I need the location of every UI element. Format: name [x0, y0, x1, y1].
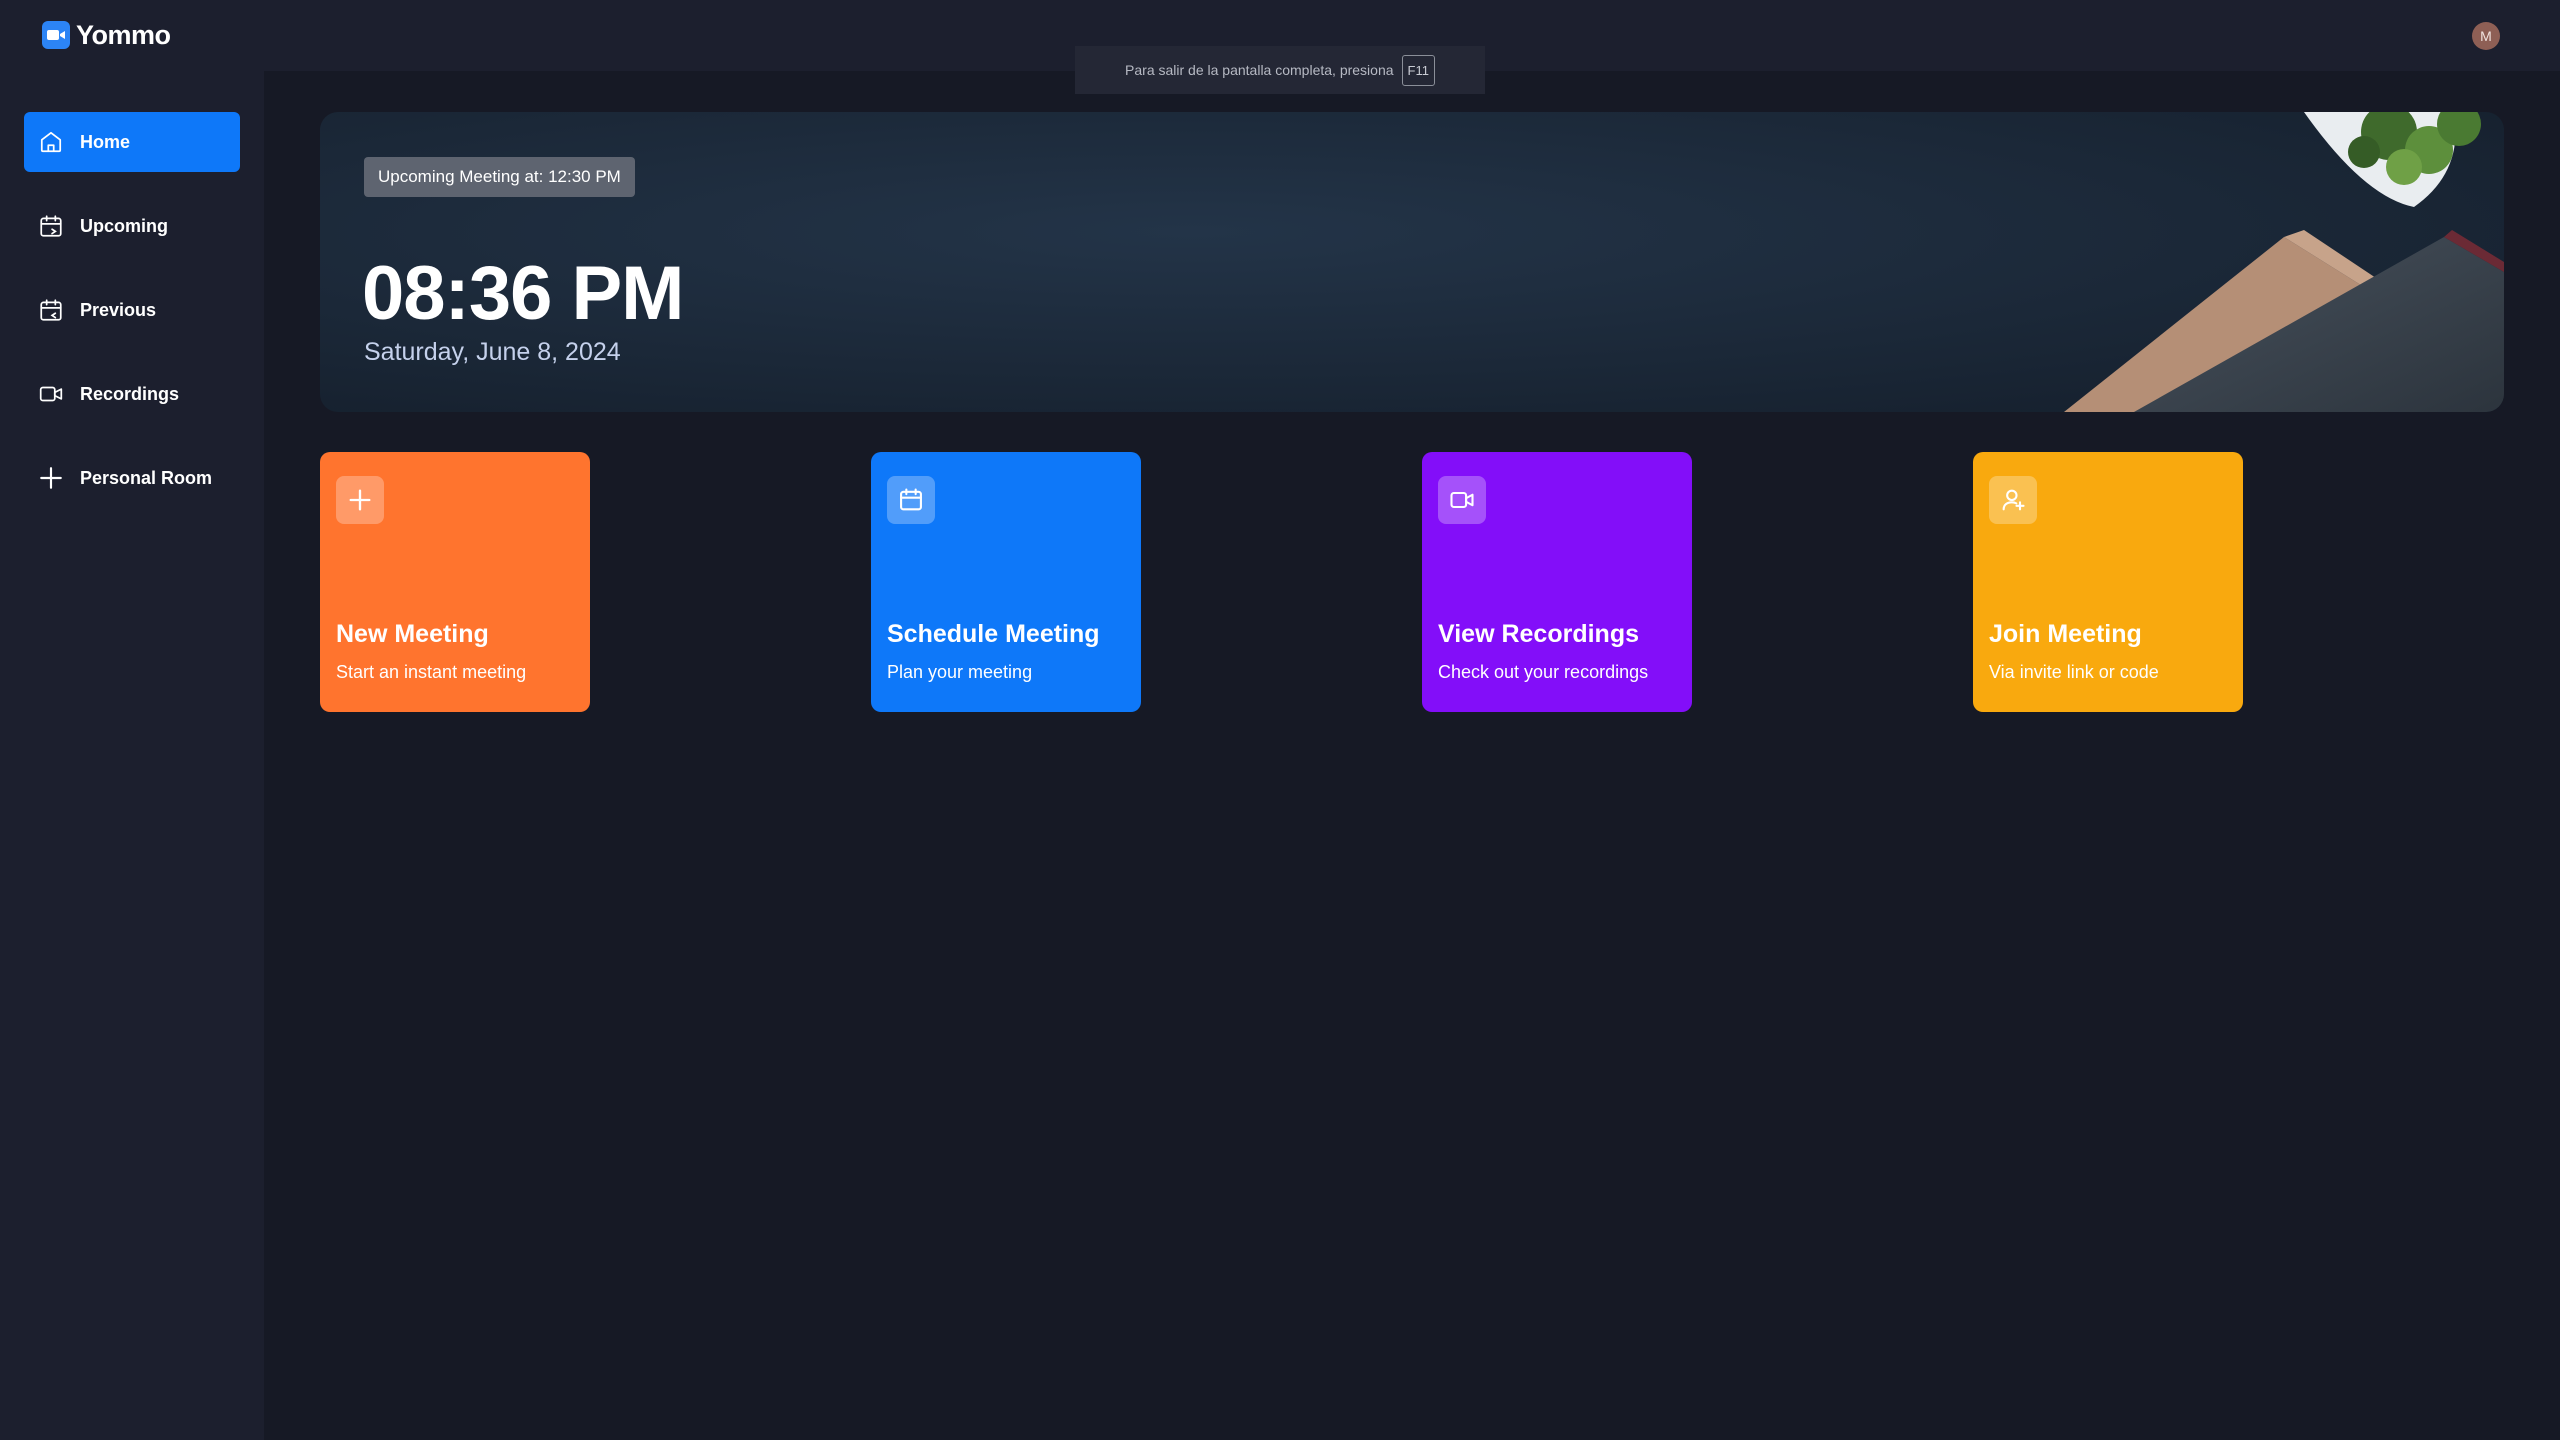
schedule-meeting-card[interactable]: Schedule Meeting Plan your meeting — [871, 452, 1141, 712]
sidebar-item-label: Home — [80, 131, 131, 152]
card-subtitle: Via invite link or code — [1989, 662, 2159, 682]
sidebar-item-home[interactable]: Home — [24, 112, 240, 172]
fullscreen-notice-text: Para salir de la pantalla completa, pres… — [1125, 62, 1394, 78]
video-icon — [39, 386, 63, 402]
sidebar-item-label: Personal Room — [80, 467, 213, 488]
sidebar-item-recordings[interactable]: Recordings — [24, 364, 240, 424]
user-plus-icon — [1989, 476, 2037, 524]
current-date: Saturday, June 8, 2024 — [364, 338, 621, 366]
fullscreen-key-badge: F11 — [1401, 54, 1435, 86]
video-icon — [1438, 476, 1486, 524]
hero-background-art — [2064, 112, 2504, 412]
sidebar-item-label: Previous — [80, 299, 157, 320]
app-name: Yommo — [76, 19, 171, 50]
upcoming-meeting-badge: Upcoming Meeting at: 12:30 PM — [364, 157, 635, 197]
card-title: Schedule Meeting — [887, 620, 1100, 648]
sidebar-item-label: Recordings — [80, 383, 180, 404]
card-title: Join Meeting — [1989, 620, 2142, 648]
sidebar-item-label: Upcoming — [80, 215, 168, 236]
sidebar-item-previous[interactable]: Previous — [24, 280, 240, 340]
sidebar-item-personal-room[interactable]: Personal Room — [24, 448, 240, 508]
video-camera-logo-icon — [42, 21, 70, 49]
plus-icon — [336, 476, 384, 524]
sidebar: Home Upcoming Previous Recordings Person… — [0, 71, 264, 1440]
card-subtitle: Check out your recordings — [1438, 662, 1649, 682]
sidebar-item-upcoming[interactable]: Upcoming — [24, 196, 240, 256]
brand-logo-link[interactable]: Yommo — [42, 20, 171, 50]
fullscreen-notice: Para salir de la pantalla completa, pres… — [1075, 46, 1485, 94]
card-subtitle: Start an instant meeting — [336, 662, 527, 682]
join-meeting-card[interactable]: Join Meeting Via invite link or code — [1973, 452, 2243, 712]
plus-icon — [40, 467, 62, 489]
user-avatar[interactable]: M — [2472, 22, 2500, 50]
card-title: View Recordings — [1438, 620, 1639, 648]
card-title: New Meeting — [336, 620, 489, 648]
home-icon — [40, 131, 62, 153]
calendar-icon — [887, 476, 935, 524]
calendar-upcoming-icon — [40, 215, 62, 237]
view-recordings-card[interactable]: View Recordings Check out your recording… — [1422, 452, 1692, 712]
current-time: 08:36 PM — [362, 251, 684, 336]
new-meeting-card[interactable]: New Meeting Start an instant meeting — [320, 452, 590, 712]
hero-banner: Upcoming Meeting at: 12:30 PM 08:36 PM S… — [320, 112, 2504, 412]
card-subtitle: Plan your meeting — [887, 662, 1033, 682]
calendar-previous-icon — [40, 299, 62, 321]
